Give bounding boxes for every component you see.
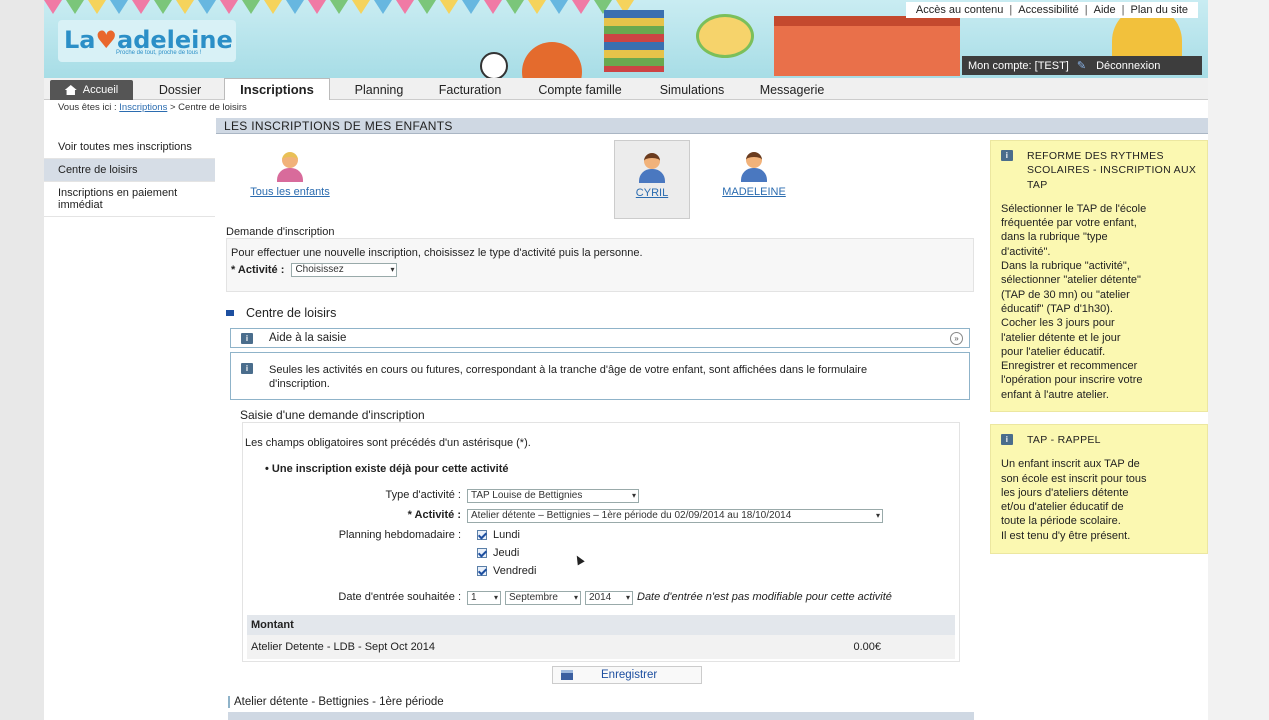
demande-box: Pour effectuer une nouvelle inscription,…	[226, 238, 974, 292]
year-select[interactable]: 2014 ▾	[585, 591, 633, 605]
tab-accueil[interactable]: Accueil	[50, 80, 133, 100]
checkbox-lundi[interactable]: Lundi	[477, 529, 520, 541]
children-selector: Tous les enfants CYRIL MADELEINE	[226, 140, 946, 224]
type-activite-select[interactable]: TAP Louise de Bettignies ▾	[467, 489, 639, 503]
sidebox-tap-rappel: i TAP - RAPPEL Un enfant inscrit aux TAP …	[990, 424, 1208, 554]
sidebox-reforme-text: Sélectionner le TAP de l'école fréquenté…	[1001, 202, 1147, 401]
bunting-decoration	[44, 0, 664, 16]
checkbox-checked-icon	[477, 530, 487, 540]
checkbox-vendredi[interactable]: Vendredi	[477, 565, 536, 577]
tab-planning[interactable]: Planning	[342, 80, 416, 100]
main-content: Tous les enfants CYRIL MADELEINE Demande…	[216, 134, 976, 720]
child-all[interactable]: Tous les enfants	[250, 150, 330, 198]
tab-dossier[interactable]: Dossier	[144, 80, 216, 100]
account-bar: Mon compte: [TEST] ✎ Déconnexion	[962, 56, 1202, 75]
logout-link[interactable]: Déconnexion	[1096, 60, 1160, 72]
boy-avatar-icon	[636, 151, 668, 183]
site-header: La♥adeleine Proche de tout, proche de to…	[44, 0, 1208, 78]
basketball-illustration	[522, 42, 582, 78]
logo-tagline: Proche de tout, proche de tous !	[116, 50, 202, 56]
books-illustration	[604, 10, 664, 72]
football-illustration	[480, 52, 508, 78]
sidebox-reforme-title: REFORME DES RYTHMES SCOLAIRES - INSCRIPT…	[1027, 150, 1197, 191]
tab-inscriptions[interactable]: Inscriptions	[224, 78, 330, 100]
pencil-icon: ✎	[1076, 60, 1087, 72]
form-activite-select[interactable]: Atelier détente – Bettignies – 1ère péri…	[467, 509, 883, 523]
page-frame: La♥adeleine Proche de tout, proche de to…	[44, 0, 1208, 720]
aide-saisie-toggle[interactable]: i Aide à la saisie »	[230, 328, 970, 348]
checkbox-checked-icon	[477, 548, 487, 558]
sidebox-rappel-title: TAP - RAPPEL	[1027, 434, 1101, 446]
children-avatar-icon	[274, 150, 306, 182]
sidebox-reforme: i REFORME DES RYTHMES SCOLAIRES - INSCRIP…	[990, 140, 1208, 412]
site-logo[interactable]: La♥adeleine Proche de tout, proche de to…	[58, 20, 236, 62]
type-activite-label: Type d'activité :	[385, 489, 461, 501]
boy-avatar-icon	[738, 150, 770, 182]
link-accessibilite[interactable]: Accessibilité	[1012, 4, 1085, 16]
menu-centre-de-loisirs[interactable]: Centre de loisirs	[44, 159, 215, 182]
demande-label: Demande d'inscription	[226, 226, 335, 238]
bullet-icon	[226, 310, 234, 316]
centre-loisirs-title: Centre de loisirs	[226, 306, 336, 320]
school-illustration	[774, 16, 960, 76]
inscription-form: Les champs obligatoires sont précédés d'…	[242, 422, 960, 662]
breadcrumb-current: Centre de loisirs	[178, 102, 247, 113]
date-label: Date d'entrée souhaitée :	[338, 591, 461, 603]
breadcrumb-inscriptions-link[interactable]: Inscriptions	[119, 102, 167, 113]
info-icon: i	[241, 363, 253, 374]
bottom-table-header	[228, 712, 974, 720]
day-select[interactable]: 1 ▾	[467, 591, 501, 605]
child-madeleine[interactable]: MADELEINE	[714, 150, 794, 198]
tab-compte-famille[interactable]: Compte famille	[524, 80, 636, 100]
info-icon: i	[1001, 434, 1013, 445]
montant-value: 0.00€	[853, 641, 881, 653]
existing-notice: • Une inscription existe déjà pour cette…	[265, 463, 509, 475]
link-acces-contenu[interactable]: Accès au contenu	[910, 4, 1009, 16]
link-aide[interactable]: Aide	[1088, 4, 1122, 16]
save-icon	[561, 670, 573, 680]
activite-label: * Activité :	[231, 263, 285, 276]
menu-paiement-immediat[interactable]: Inscriptions en paiement immédiat	[44, 182, 215, 217]
tab-facturation[interactable]: Facturation	[426, 80, 514, 100]
menu-voir-inscriptions[interactable]: Voir toutes mes inscriptions	[44, 136, 215, 159]
month-select[interactable]: Septembre ▾	[505, 591, 581, 605]
info-icon: i	[1001, 150, 1013, 161]
montant-row: Atelier Detente - LDB - Sept Oct 2014 0.…	[251, 641, 881, 653]
tab-simulations[interactable]: Simulations	[646, 80, 738, 100]
planning-label: Planning hebdomadaire :	[338, 529, 461, 541]
left-menu: Voir toutes mes inscriptions Centre de l…	[44, 136, 215, 217]
form-title: Saisie d'une demande d'inscription	[240, 408, 425, 422]
bottom-activity-row: Atelier détente - Bettignies - 1ère péri…	[228, 696, 974, 708]
home-icon	[64, 85, 77, 95]
sidebox-rappel-text: Un enfant inscrit aux TAP de son école e…	[1001, 458, 1147, 542]
info-message: i Seules les activités en cours ou futur…	[230, 352, 970, 400]
checkbox-jeudi[interactable]: Jeudi	[477, 547, 519, 559]
save-button[interactable]: Enregistrer	[552, 666, 702, 684]
activite-select[interactable]: Choisissez ▾	[291, 263, 398, 277]
top-links: Accès au contenu | Accessibilité | Aide | P…	[905, 2, 1198, 18]
account-link[interactable]: Mon compte: [TEST]	[968, 60, 1069, 72]
section-title: LES INSCRIPTIONS DE MES ENFANTS	[216, 118, 1208, 134]
demande-instruction: Pour effectuer une nouvelle inscription,…	[231, 247, 643, 259]
date-note: Date d'entrée n'est pas modifiable pour …	[637, 591, 892, 603]
link-plan-du-site[interactable]: Plan du site	[1125, 4, 1194, 16]
meal-illustration	[696, 14, 754, 58]
form-activite-label: * Activité :	[407, 509, 461, 521]
montant-header: Montant	[247, 615, 955, 635]
tab-messagerie[interactable]: Messagerie	[748, 80, 836, 100]
window-edge	[1208, 0, 1269, 720]
checkbox-checked-icon	[477, 566, 487, 576]
child-cyril[interactable]: CYRIL	[614, 140, 690, 219]
main-nav: Accueil Dossier Inscriptions Planning Fa…	[44, 78, 1208, 100]
montant-table: Montant Atelier Detente - LDB - Sept Oct…	[247, 615, 955, 659]
info-icon: i	[241, 332, 253, 344]
required-note: Les champs obligatoires sont précédés d'…	[245, 437, 531, 449]
chevron-down-icon[interactable]: »	[950, 332, 963, 345]
breadcrumb: Vous êtes ici : Inscriptions > Centre de…	[58, 102, 247, 113]
